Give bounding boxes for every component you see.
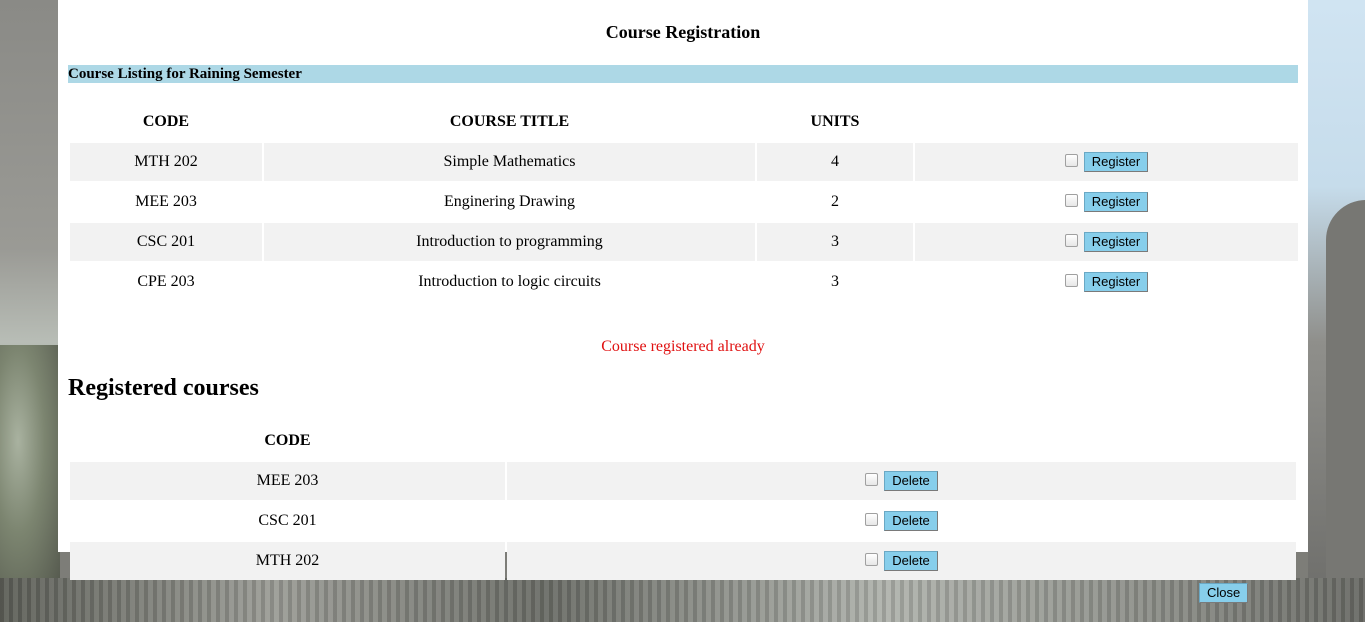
background-bottom [0, 578, 1365, 622]
course-code: CPE 203 [137, 273, 195, 290]
course-code: MTH 202 [70, 143, 262, 181]
registered-checkbox[interactable] [865, 512, 879, 526]
course-checkbox[interactable] [1064, 233, 1078, 247]
register-button[interactable]: Register [1083, 232, 1149, 252]
registered-actions: Delete [507, 542, 1296, 580]
code-header: CODE [142, 113, 190, 130]
registered-checkbox[interactable] [865, 552, 879, 566]
course-actions: Register [915, 223, 1298, 261]
delete-button[interactable]: Delete [884, 551, 938, 571]
registered-action-header [507, 422, 1296, 460]
course-listing-header: Course Listing for Raining Semester [68, 65, 1298, 83]
registered-code: CSC 201 [258, 512, 317, 529]
table-row: MEE 203 Enginering Drawing 2 Register [70, 183, 1298, 221]
course-code: MEE 203 [135, 193, 197, 210]
registered-code: MTH 202 [70, 542, 505, 580]
background-tree [0, 345, 60, 585]
background-arch [1326, 200, 1365, 620]
table-row: MTH 202 Simple Mathematics 4 Register [70, 143, 1298, 181]
register-button[interactable]: Register [1083, 152, 1149, 172]
table-row: CSC 201 Introduction to programming 3 Re… [70, 223, 1298, 261]
registered-courses-table: CODE MEE 203 Delete CSC 201 Delete MTH 2… [68, 420, 1298, 582]
course-title-header: COURSE TITLE [449, 113, 570, 130]
table-row: CPE 203 Introduction to logic circuits 3… [70, 263, 1298, 301]
table-row: MTH 202 Delete [70, 542, 1296, 580]
course-actions: Register [915, 183, 1298, 221]
registered-actions: Delete [507, 462, 1296, 500]
table-row: MEE 203 Delete [70, 462, 1296, 500]
course-checkbox[interactable] [1064, 153, 1078, 167]
course-checkbox[interactable] [1064, 273, 1078, 287]
registered-code: MEE 203 [70, 462, 505, 500]
registered-header-row: CODE [70, 422, 1296, 460]
courses-header-row: CODE COURSE TITLE UNITS [70, 103, 1298, 141]
course-units: 2 [831, 193, 839, 210]
courses-table: CODE COURSE TITLE UNITS MTH 202 Simple M… [68, 101, 1300, 303]
background-left [0, 0, 60, 622]
course-actions: Register [915, 143, 1298, 181]
action-header [915, 103, 1298, 141]
course-units: 4 [757, 143, 913, 181]
course-title: Simple Mathematics [264, 143, 755, 181]
course-title: Enginering Drawing [443, 193, 576, 210]
delete-button[interactable]: Delete [884, 511, 938, 531]
background-right [1308, 0, 1365, 622]
status-message: Course registered already [601, 338, 765, 355]
course-code: CSC 201 [70, 223, 262, 261]
register-button[interactable]: Register [1083, 272, 1149, 292]
course-title: Introduction to programming [264, 223, 755, 261]
page-title: Course Registration [605, 22, 761, 42]
registered-actions: Delete [507, 502, 1296, 540]
registered-courses-title: Registered courses [68, 375, 259, 401]
course-units: 3 [757, 223, 913, 261]
units-header: UNITS [810, 113, 860, 130]
course-units: 3 [831, 273, 839, 290]
delete-button[interactable]: Delete [884, 471, 938, 491]
register-button[interactable]: Register [1083, 192, 1149, 212]
table-row: CSC 201 Delete [70, 502, 1296, 540]
course-actions: Register [915, 263, 1298, 301]
course-title: Introduction to logic circuits [418, 273, 601, 290]
registered-code-header: CODE [264, 432, 311, 449]
course-checkbox[interactable] [1064, 193, 1078, 207]
registered-checkbox[interactable] [865, 472, 879, 486]
close-button[interactable]: Close [1199, 583, 1249, 603]
